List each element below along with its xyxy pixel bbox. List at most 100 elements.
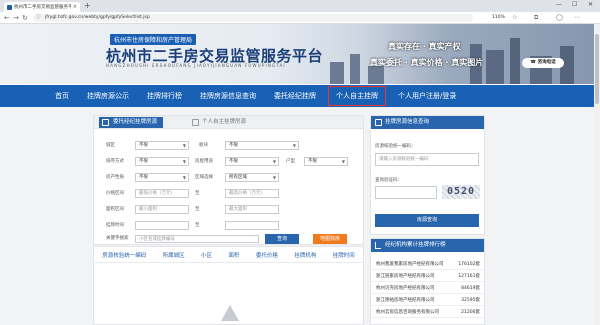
skyline-building xyxy=(330,62,344,84)
profile-icon[interactable]: ◯ xyxy=(556,14,563,22)
chevron-down-icon: ▼ xyxy=(292,143,296,148)
nav-agency-listing[interactable]: 委托经纪挂牌 xyxy=(265,85,325,107)
area-label: 面积区间 xyxy=(106,207,124,212)
forward-icon[interactable]: → xyxy=(13,14,19,22)
browser-tab[interactable]: 杭州市二手房交易监管服务平台 × xyxy=(4,2,80,12)
keyword-input[interactable]: 小区名或挂牌编号 xyxy=(135,235,259,243)
page-scrollbar[interactable] xyxy=(594,24,600,325)
agency-name: 浙江德祐房地产经纪有限公司 xyxy=(376,298,435,303)
agency-name: 杭州云房信息咨询服务有限公司 xyxy=(376,310,439,315)
region-label: 区域选择 xyxy=(195,175,213,180)
consult-phone-label: 咨询电话 xyxy=(537,60,556,65)
search-doc-icon xyxy=(375,119,382,126)
chevron-down-icon: ▼ xyxy=(272,175,276,180)
nav-user-login[interactable]: 个人用户注册/登录 xyxy=(389,85,465,107)
back-icon[interactable]: ← xyxy=(4,14,10,22)
scrollbar-thumb[interactable] xyxy=(595,34,599,104)
listing-time-end-input[interactable] xyxy=(225,221,279,230)
column-header[interactable]: 房源核验统一编码 xyxy=(102,251,146,259)
listing-time-label: 挂牌时间 xyxy=(106,223,124,228)
ranking-row[interactable]: 杭州贝壳房地产经纪有限公司 84619套 xyxy=(371,284,484,294)
layout-select[interactable]: 不限 ▼ xyxy=(304,157,348,166)
layout-label: 户型 xyxy=(286,159,295,164)
plate-select[interactable]: 不限 ▼ xyxy=(225,141,299,150)
listing-count: 176102套 xyxy=(458,262,480,267)
listing-query-header: 挂牌房源信息查询 xyxy=(371,116,484,129)
price-label: 价格区间 xyxy=(106,191,124,196)
column-header[interactable]: 挂牌时间 xyxy=(333,251,355,259)
skyline-building xyxy=(510,38,520,84)
listing-time-start-input[interactable] xyxy=(135,221,189,230)
person-icon xyxy=(192,119,199,126)
minimize-icon[interactable]: — xyxy=(556,1,562,8)
site-favicon-icon xyxy=(7,4,12,10)
sort-select[interactable]: 不限 ▼ xyxy=(135,157,189,166)
district-select[interactable]: 不限 ▼ xyxy=(135,141,189,150)
captcha-image[interactable]: 0520 xyxy=(442,185,480,199)
property-select[interactable]: 不限 ▼ xyxy=(135,173,189,182)
reload-icon[interactable]: ↻ xyxy=(22,14,28,22)
agency-name: 杭州我爱我家房地产经纪有限公司 xyxy=(376,262,444,267)
usage-select-value: 不限 xyxy=(229,159,238,164)
site-title-pinyin: HANGZHOUSHI ERSHOUFANG JIAOYIJIANGUAN FU… xyxy=(106,63,286,68)
url-field[interactable]: ⓘ jfrygl.hzfc.gov.cn/webty/gpfy/gpfySele… xyxy=(33,14,473,22)
ranking-row[interactable]: 杭州云房信息咨询服务有限公司 21206套 xyxy=(371,308,484,318)
nav-personal-listing[interactable]: 个人自主挂牌 xyxy=(327,85,387,107)
address-bar: ← → ↻ ⓘ jfrygl.hzfc.gov.cn/webty/gpfy/gp… xyxy=(0,12,600,24)
nav-listing-query[interactable]: 挂牌房源信息查询 xyxy=(191,85,265,107)
column-header[interactable]: 小区 xyxy=(201,251,212,259)
plate-select-value: 不限 xyxy=(229,143,238,148)
column-header[interactable]: 所属城区 xyxy=(163,251,185,259)
more-menu-icon[interactable]: ⋯ xyxy=(574,14,580,22)
area-max-input[interactable]: 最大面积 xyxy=(225,205,279,214)
nav-listing-ranking[interactable]: 挂牌排行榜 xyxy=(138,85,191,107)
listing-count: 21206套 xyxy=(461,310,480,315)
consult-phone-button[interactable]: ☎ 咨询电话 xyxy=(522,58,564,68)
maximize-icon[interactable]: ☐ xyxy=(572,1,577,8)
column-header[interactable]: 面积 xyxy=(228,251,239,259)
skyline-building xyxy=(368,66,384,84)
captcha-input[interactable] xyxy=(375,186,437,199)
close-window-icon[interactable]: ✕ xyxy=(588,1,593,8)
nav-home[interactable]: 首页 xyxy=(46,85,78,107)
column-header[interactable]: 挂牌机构 xyxy=(294,251,316,259)
results-table: 房源核验统一编码 所属城区 小区 面积 委托价格 挂牌机构 挂牌时间 xyxy=(93,246,364,325)
property-label: 房产性质 xyxy=(106,175,124,180)
new-tab-icon[interactable]: + xyxy=(84,1,91,10)
ranking-panel: 经纪机构累计挂牌排行榜 杭州我爱我家房地产经纪有限公司 176102套 浙江链家房… xyxy=(370,238,485,325)
layout-select-value: 不限 xyxy=(308,159,317,164)
price-min-input[interactable]: 最低价格（万元） xyxy=(135,189,189,198)
listing-query-button[interactable]: 房源查询 xyxy=(375,214,479,227)
area-min-input[interactable]: 最小面积 xyxy=(135,205,189,214)
listing-count: 32595套 xyxy=(461,298,480,303)
chevron-down-icon: ▼ xyxy=(272,159,276,164)
chevron-down-icon: ▼ xyxy=(182,175,186,180)
sort-select-value: 不限 xyxy=(139,159,148,164)
area-to-label: 至 xyxy=(195,207,200,212)
chevron-down-icon: ▼ xyxy=(182,159,186,164)
site-banner: 杭州市住房保障和房产管理局 杭州市二手房交易监管服务平台 HANGZHOUSHI… xyxy=(0,24,600,84)
region-select[interactable]: 所有区域 ▼ xyxy=(225,173,279,182)
bookmark-star-icon[interactable]: ☆ xyxy=(512,14,517,22)
tab-personal-listings[interactable]: 个人自主挂牌房源 xyxy=(190,117,246,128)
collections-icon[interactable]: ⧉ xyxy=(534,14,538,22)
ranking-row[interactable]: 浙江德祐房地产经纪有限公司 32595套 xyxy=(371,296,484,306)
close-tab-icon[interactable]: × xyxy=(73,4,77,10)
price-max-input[interactable]: 最高价格（万元） xyxy=(225,189,279,198)
zoom-level[interactable]: 110% xyxy=(492,14,505,22)
sort-label: 排序方式 xyxy=(106,159,124,164)
browser-tab-title: 杭州市二手房交易监管服务平台 xyxy=(14,5,71,10)
listing-time-to-label: 至 xyxy=(195,223,200,228)
usage-select[interactable]: 不限 ▼ xyxy=(225,157,279,166)
verification-code-input[interactable]: 请输入房源核验统一编码 xyxy=(375,153,479,166)
keyword-label: 关键字搜索 xyxy=(106,236,129,241)
ranking-row[interactable]: 浙江链家房地产经纪有限公司 127161套 xyxy=(371,272,484,282)
house-icon xyxy=(102,119,109,126)
ranking-row[interactable]: 杭州我爱我家房地产经纪有限公司 176102套 xyxy=(371,260,484,270)
tab-agency-listings[interactable]: 委托经纪挂牌房源 xyxy=(99,117,164,128)
nav-listing-publicity[interactable]: 挂牌房源公示 xyxy=(78,85,138,107)
map-search-button[interactable]: 地图找房 xyxy=(313,234,347,244)
column-header[interactable]: 委托价格 xyxy=(256,251,278,259)
listing-query-title: 挂牌房源信息查询 xyxy=(385,119,430,125)
search-button[interactable]: 查询 xyxy=(265,234,299,244)
